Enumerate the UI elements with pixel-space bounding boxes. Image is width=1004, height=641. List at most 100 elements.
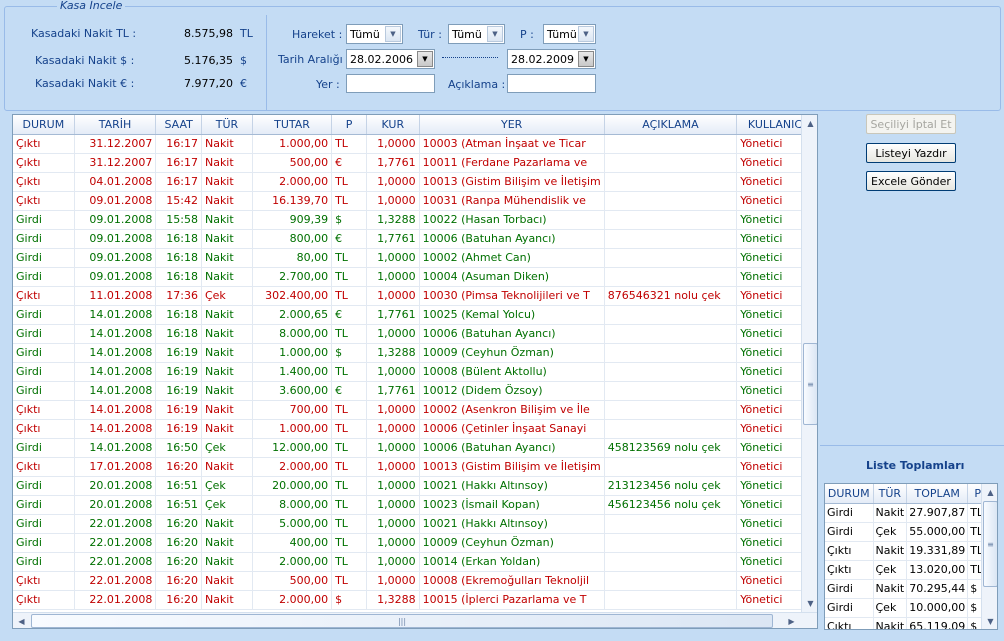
hareket-select[interactable]: Tümü ▼ — [346, 24, 403, 44]
table-row[interactable]: Çıktı 09.01.2008 15:42 Nakit 16.139,70 TL 1,00… — [13, 191, 817, 211]
totals-column-header[interactable]: DURUM — [825, 484, 874, 504]
table-row[interactable]: Çıktı 22.01.2008 16:20 Nakit 2.000,00 $1,3288… — [13, 590, 817, 610]
table-row[interactable]: Çıktı 04.01.2008 16:17 Nakit 2.000,00 TL 1,000… — [13, 172, 817, 192]
column-header[interactable]: P — [331, 115, 368, 135]
totals-row[interactable]: Çıktı Nakit 19.331,89 TL — [825, 541, 989, 561]
totals-row[interactable]: Girdi Nakit 27.907,87 TL — [825, 503, 989, 523]
scroll-left-icon[interactable]: ◀ — [13, 613, 30, 628]
table-row[interactable]: Çıktı 14.01.2008 16:19 Nakit 700,00 TL 1,0000 1… — [13, 400, 817, 420]
calendar-dropdown-icon[interactable]: ▼ — [417, 51, 433, 67]
table-row[interactable]: Girdi 14.01.2008 16:18 Nakit 8.000,00 TL 1,000… — [13, 324, 817, 344]
column-header[interactable]: TARİH — [74, 115, 157, 135]
chevron-down-icon[interactable]: ▼ — [385, 26, 401, 42]
table-cell: 10006 (Batuhan Ayancı) — [419, 438, 605, 458]
table-row[interactable]: Çıktı 14.01.2008 16:19 Nakit 1.000,00 TL 1,000… — [13, 419, 817, 439]
table-cell: 16:20 — [155, 571, 202, 591]
table-cell: 1,0000 — [366, 476, 420, 496]
table-row[interactable]: Girdi 20.01.2008 16:51 Çek 20.000,00 TL 1,0000… — [13, 476, 817, 496]
grid-horizontal-scroll-thumb[interactable]: ||| — [31, 614, 773, 628]
totals-vertical-scrollbar[interactable]: ▲ ≡ ▼ — [981, 484, 997, 629]
table-cell: 16:19 — [155, 381, 202, 401]
scroll-up-icon[interactable]: ▲ — [802, 115, 817, 132]
scroll-down-icon[interactable]: ▼ — [982, 613, 997, 629]
table-cell: Çek — [201, 495, 253, 515]
p-select[interactable]: Tümü ▼ — [543, 24, 596, 44]
table-row[interactable]: Çıktı 11.01.2008 17:36 Çek 302.400,00 TL 1,000… — [13, 286, 817, 306]
table-row[interactable]: Girdi 22.01.2008 16:20 Nakit 5.000,00 TL 1,000… — [13, 514, 817, 534]
table-row[interactable]: Girdi 09.01.2008 16:18 Nakit 80,00 TL 1,0000 10… — [13, 248, 817, 268]
yer-input[interactable] — [346, 74, 435, 93]
table-cell: 10014 (Erkan Yoldan) — [419, 552, 605, 572]
table-row[interactable]: Girdi 09.01.2008 16:18 Nakit 2.700,00 TL 1,000… — [13, 267, 817, 287]
table-row[interactable]: Girdi 14.01.2008 16:19 Nakit 3.600,00 €1,7761… — [13, 381, 817, 401]
chevron-down-icon[interactable]: ▼ — [487, 26, 503, 42]
export-excel-button[interactable]: Excele Gönder — [866, 171, 956, 191]
column-header[interactable]: KUR — [366, 115, 420, 135]
totals-column-header[interactable]: TOPLAM — [906, 484, 969, 504]
table-cell: 16:20 — [155, 590, 202, 610]
table-row[interactable]: Çıktı 22.01.2008 16:20 Nakit 500,00 TL 1,0000 1… — [13, 571, 817, 591]
table-cell: 458123569 nolu çek — [604, 438, 738, 458]
table-cell: 10011 (Ferdane Pazarlama ve — [419, 153, 605, 173]
table-cell: 1,0000 — [366, 571, 420, 591]
totals-row[interactable]: Girdi Çek 55.000,00 TL — [825, 522, 989, 542]
table-row[interactable]: Çıktı 17.01.2008 16:20 Nakit 2.000,00 TL 1,000… — [13, 457, 817, 477]
table-cell: 10030 (Pimsa Teknolijileri ve T — [419, 286, 605, 306]
totals-row[interactable]: Girdi Nakit 70.295,44 $ — [825, 579, 989, 599]
tur-select[interactable]: Tümü ▼ — [448, 24, 505, 44]
date-to-picker[interactable]: 28.02.2009 ▼ — [507, 49, 596, 69]
table-row[interactable]: Çıktı 31.12.2007 16:17 Nakit 1.000,00 TL 1,000… — [13, 134, 817, 154]
column-header[interactable]: AÇIKLAMA — [604, 115, 738, 135]
table-cell: 1.000,00 — [252, 134, 333, 154]
table-row[interactable]: Girdi 09.01.2008 15:58 Nakit 909,39 $1,3288 10… — [13, 210, 817, 230]
table-cell: Girdi — [13, 514, 75, 534]
cancel-selected-button[interactable]: Seçiliyi İptal Et — [866, 114, 956, 134]
table-row[interactable]: Girdi 14.01.2008 16:50 Çek 12.000,00 TL 1,0000… — [13, 438, 817, 458]
calendar-dropdown-icon[interactable]: ▼ — [578, 51, 594, 67]
scroll-down-icon[interactable]: ▼ — [802, 595, 817, 612]
table-row[interactable]: Girdi 14.01.2008 16:19 Nakit 1.400,00 TL 1,000… — [13, 362, 817, 382]
totals-vertical-scroll-thumb[interactable]: ≡ — [983, 501, 997, 587]
table-row[interactable]: Girdi 22.01.2008 16:20 Nakit 2.000,00 TL 1,000… — [13, 552, 817, 572]
date-from-picker[interactable]: 28.02.2006 ▼ — [346, 49, 435, 69]
column-header[interactable]: TÜR — [201, 115, 253, 135]
print-list-button[interactable]: Listeyi Yazdır — [866, 143, 956, 163]
table-cell — [604, 533, 738, 553]
table-row[interactable]: Girdi 22.01.2008 16:20 Nakit 400,00 TL 1,0000 1… — [13, 533, 817, 553]
totals-table: DURUM TÜR TOPLAM P Girdi Nakit 27.907,87 TL Gir… — [825, 484, 989, 629]
table-cell: 1,0000 — [366, 514, 420, 534]
table-row[interactable]: Girdi 20.01.2008 16:51 Çek 8.000,00 TL 1,0000 1… — [13, 495, 817, 515]
table-cell: TL — [331, 533, 368, 553]
scroll-right-icon[interactable]: ▶ — [783, 613, 800, 628]
transactions-grid[interactable]: DURUM TARİH SAAT TÜR TUTAR P KUR YER AÇIKLAMA KUL… — [12, 114, 818, 629]
table-cell: 14.01.2008 — [74, 324, 157, 344]
scroll-up-icon[interactable]: ▲ — [982, 484, 997, 501]
table-cell: 04.01.2008 — [74, 172, 157, 192]
grid-vertical-scroll-thumb[interactable]: ≡ — [803, 343, 817, 425]
aciklama-input[interactable] — [507, 74, 596, 93]
table-row[interactable]: Girdi 09.01.2008 16:18 Nakit 800,00 €1,7761 10… — [13, 229, 817, 249]
table-cell: 10006 (Batuhan Ayancı) — [419, 324, 605, 344]
table-row[interactable]: Çıktı 31.12.2007 16:17 Nakit 500,00 €1,7761 10… — [13, 153, 817, 173]
table-cell: 16:20 — [155, 457, 202, 477]
column-header[interactable]: TUTAR — [252, 115, 333, 135]
column-header[interactable]: SAAT — [155, 115, 202, 135]
grid-horizontal-scrollbar[interactable]: ◀ ||| ▶ — [13, 612, 817, 628]
totals-row[interactable]: Çıktı Çek 13.020,00 TL — [825, 560, 989, 580]
totals-row[interactable]: Çıktı Nakit 65.119,09 $ — [825, 617, 989, 629]
chevron-down-icon[interactable]: ▼ — [578, 26, 594, 42]
column-header[interactable]: DURUM — [13, 115, 75, 135]
table-row[interactable]: Girdi 14.01.2008 16:19 Nakit 1.000,00 $1,3288… — [13, 343, 817, 363]
column-header[interactable]: YER — [419, 115, 605, 135]
table-cell: 09.01.2008 — [74, 210, 157, 230]
table-cell — [604, 362, 738, 382]
table-cell: 1.000,00 — [252, 419, 333, 439]
grid-vertical-scrollbar[interactable]: ▲ ≡ ▼ — [801, 115, 817, 612]
totals-row[interactable]: Girdi Çek 10.000,00 $ — [825, 598, 989, 618]
table-cell: 80,00 — [252, 248, 333, 268]
table-cell: 10003 (Atman İnşaat ve Ticar — [419, 134, 605, 154]
totals-grid[interactable]: DURUM TÜR TOPLAM P Girdi Nakit 27.907,87 TL Gir… — [824, 483, 998, 630]
totals-column-header[interactable]: TÜR — [873, 484, 908, 504]
table-row[interactable]: Girdi 14.01.2008 16:18 Nakit 2.000,65 €1,7761… — [13, 305, 817, 325]
table-cell: 10004 (Asuman Diken) — [419, 267, 605, 287]
